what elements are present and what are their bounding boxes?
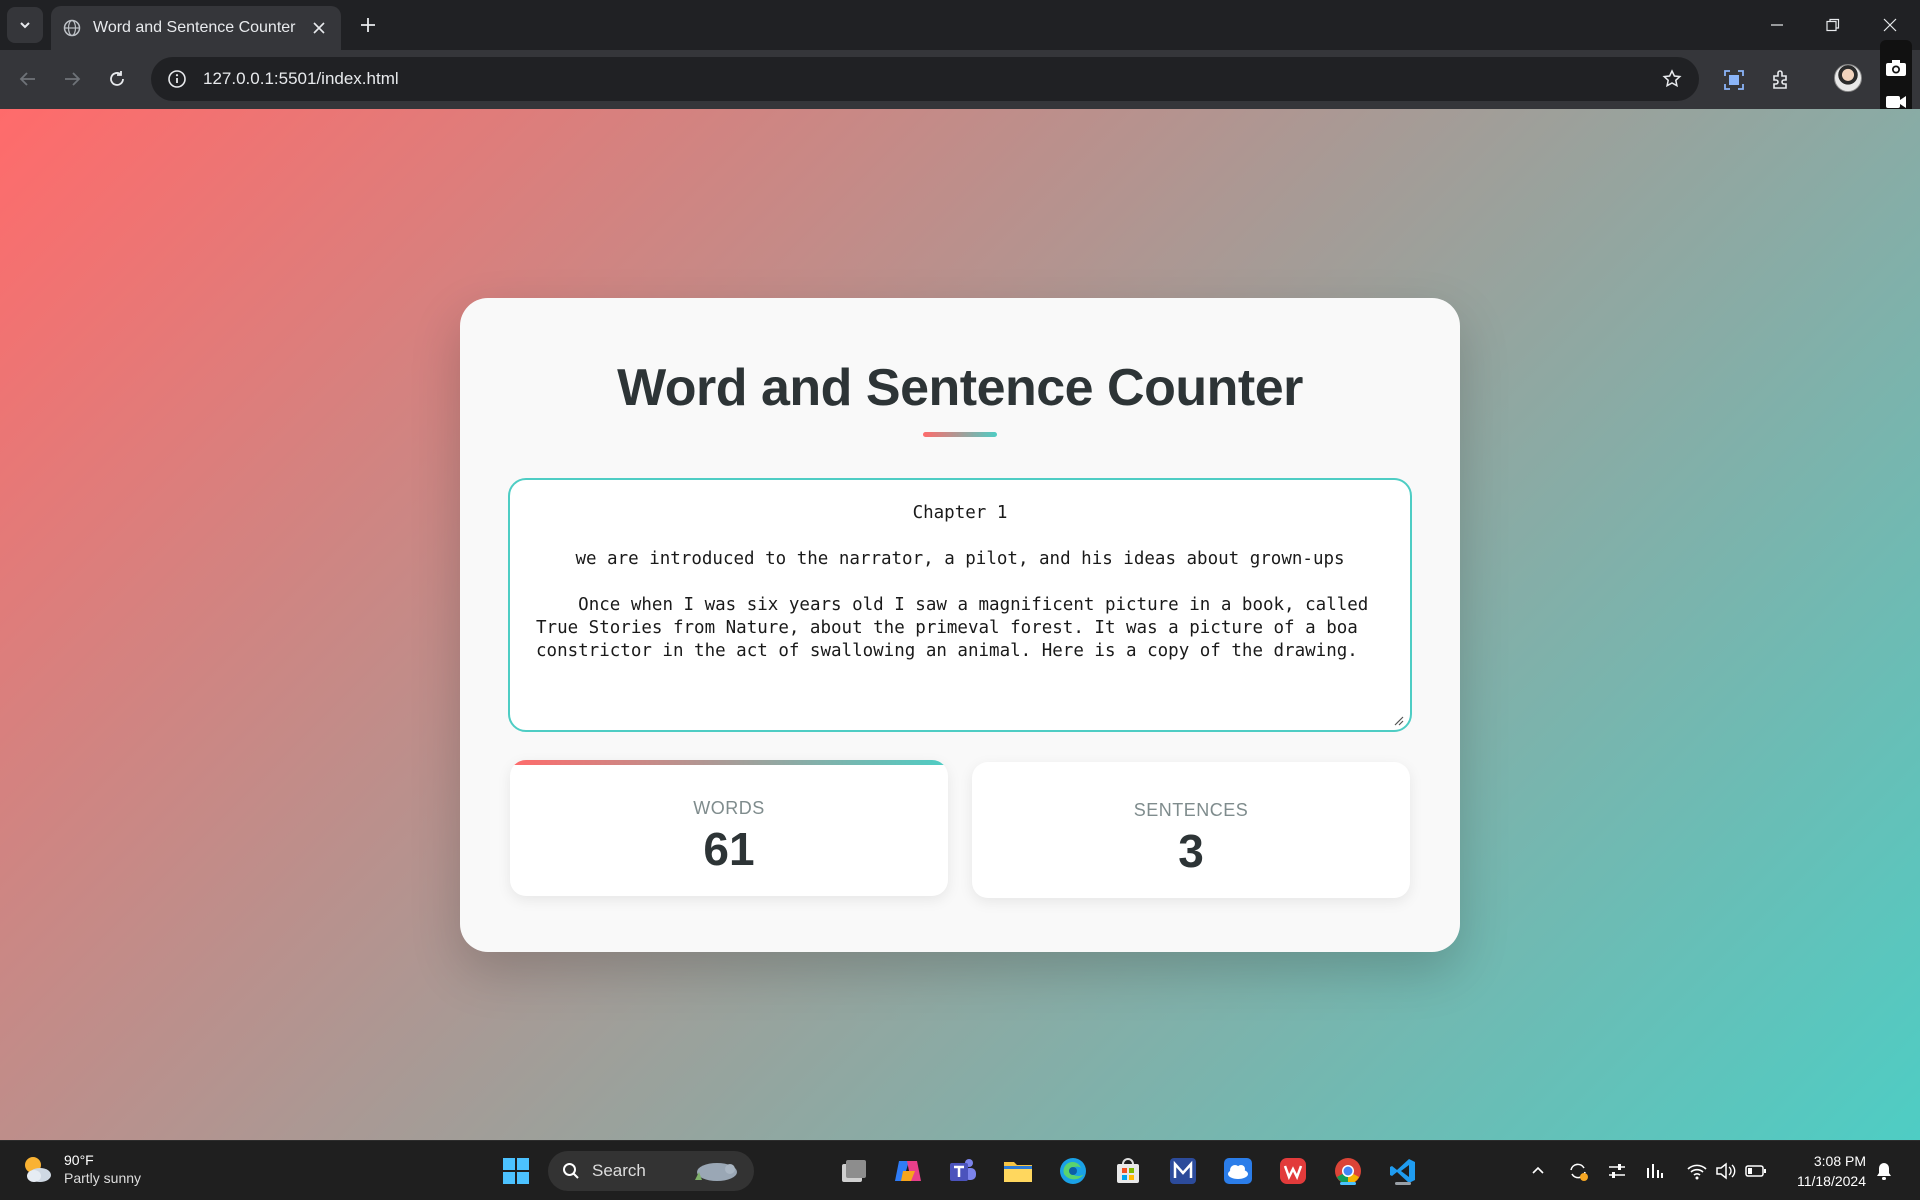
copilot-icon xyxy=(895,1161,921,1181)
copilot-app[interactable] xyxy=(890,1153,926,1189)
sentences-stat-card: SENTENCES 3 xyxy=(972,762,1410,898)
resize-grip-icon[interactable] xyxy=(1392,714,1404,726)
close-icon xyxy=(1883,18,1897,32)
teams-icon xyxy=(950,1159,976,1181)
teams-app[interactable] xyxy=(945,1153,981,1189)
restore-button[interactable] xyxy=(1816,8,1850,42)
task-view-button[interactable] xyxy=(836,1153,872,1189)
wps-office-app[interactable] xyxy=(1275,1153,1311,1189)
words-count: 61 xyxy=(703,823,755,875)
restore-icon xyxy=(1826,18,1840,32)
chrome-app[interactable] xyxy=(1330,1153,1366,1189)
browser-tab-bar: Word and Sentence Counter xyxy=(0,0,1920,50)
text-paragraph: Once when I was six years old I saw a ma… xyxy=(536,595,1379,661)
sync-icon[interactable] xyxy=(1566,1159,1590,1183)
minimize-icon xyxy=(1771,24,1783,26)
plus-icon xyxy=(361,18,375,32)
folder-icon xyxy=(1004,1162,1032,1182)
vscode-app[interactable] xyxy=(1385,1153,1421,1189)
page-viewport: Word and Sentence Counter Chapter 1 we ar… xyxy=(0,109,1920,1140)
edge-app[interactable] xyxy=(1055,1153,1091,1189)
close-window-button[interactable] xyxy=(1873,8,1907,42)
taskbar: 90°F Partly sunny Search 3:08 PM 11/18/2… xyxy=(0,1140,1920,1200)
forward-button[interactable] xyxy=(57,64,87,94)
store-bag-icon xyxy=(1117,1158,1139,1183)
text-subheading: we are introduced to the narrator, a pil… xyxy=(575,549,1345,569)
system-clock[interactable]: 3:08 PM 11/18/2024 xyxy=(1786,1151,1866,1191)
wifi-icon[interactable] xyxy=(1685,1159,1709,1183)
text-input-area[interactable]: Chapter 1 we are introduced to the narrat… xyxy=(508,478,1412,732)
edge-icon xyxy=(1060,1158,1086,1184)
reload-button[interactable] xyxy=(102,64,132,94)
battery-icon[interactable] xyxy=(1744,1159,1768,1183)
url-text: 127.0.0.1:5501/index.html xyxy=(203,69,399,88)
reload-icon xyxy=(110,71,124,86)
weather-temperature: 90°F xyxy=(64,1152,94,1168)
search-label: Search xyxy=(592,1161,646,1180)
weather-widget[interactable]: 90°F Partly sunny xyxy=(20,1151,141,1187)
taskbar-search[interactable]: Search xyxy=(548,1151,754,1191)
back-button[interactable] xyxy=(13,64,43,94)
browser-tab[interactable]: Word and Sentence Counter xyxy=(51,6,341,50)
tab-title: Word and Sentence Counter xyxy=(93,19,296,36)
windows-logo-icon xyxy=(503,1158,529,1184)
settings-sliders-icon[interactable] xyxy=(1605,1159,1629,1183)
screenshot-extension-icon[interactable] xyxy=(1720,66,1748,94)
sentences-label: SENTENCES xyxy=(1133,800,1249,820)
tab-search-button[interactable] xyxy=(7,7,43,43)
chevron-up-icon[interactable] xyxy=(1526,1159,1550,1183)
bar-chart-icon[interactable] xyxy=(1643,1159,1667,1183)
new-tab-button[interactable] xyxy=(353,10,383,40)
notification-bell-icon[interactable] xyxy=(1872,1159,1896,1183)
task-view-icon xyxy=(842,1160,866,1182)
arrow-left-icon xyxy=(19,72,35,86)
mail-app[interactable] xyxy=(1165,1153,1201,1189)
vscode-icon xyxy=(1390,1159,1415,1183)
text-heading: Chapter 1 xyxy=(912,503,1008,523)
site-info-icon[interactable] xyxy=(165,67,189,91)
search-icon xyxy=(563,1163,579,1179)
onedrive-app[interactable] xyxy=(1220,1153,1256,1189)
counter-card: Word and Sentence Counter Chapter 1 we ar… xyxy=(460,298,1460,952)
camera-icon[interactable] xyxy=(1884,56,1908,80)
cloud-icon xyxy=(1224,1158,1252,1184)
extensions-puzzle-icon[interactable] xyxy=(1767,66,1795,94)
profile-avatar[interactable] xyxy=(1834,64,1862,92)
close-tab-icon[interactable] xyxy=(309,18,329,38)
partly-sunny-icon xyxy=(25,1157,51,1182)
chevron-down-icon xyxy=(20,22,30,29)
running-app-indicator xyxy=(1395,1182,1411,1185)
globe-icon xyxy=(63,19,81,37)
start-button[interactable] xyxy=(498,1153,534,1189)
bookmark-star-icon[interactable] xyxy=(1659,66,1685,92)
address-bar[interactable]: 127.0.0.1:5501/index.html xyxy=(151,57,1699,101)
manatee-icon xyxy=(695,1163,737,1181)
page-title: Word and Sentence Counter xyxy=(617,359,1303,417)
m-letter-icon xyxy=(1170,1158,1196,1184)
clock-date: 11/18/2024 xyxy=(1796,1173,1866,1189)
wps-icon xyxy=(1280,1158,1306,1184)
stat-accent-bar xyxy=(510,760,948,765)
words-stat-card: WORDS 61 xyxy=(510,760,948,896)
clock-time: 3:08 PM xyxy=(1813,1153,1866,1169)
sentences-count: 3 xyxy=(1178,825,1204,877)
browser-toolbar: 127.0.0.1:5501/index.html xyxy=(0,50,1920,109)
arrow-right-icon xyxy=(65,72,81,86)
minimize-button[interactable] xyxy=(1760,8,1794,42)
words-label: WORDS xyxy=(693,798,765,818)
active-app-indicator xyxy=(1340,1182,1356,1185)
file-explorer-app[interactable] xyxy=(1000,1153,1036,1189)
microsoft-store-app[interactable] xyxy=(1110,1153,1146,1189)
volume-icon[interactable] xyxy=(1714,1159,1738,1183)
title-underline xyxy=(923,432,997,437)
weather-description: Partly sunny xyxy=(64,1170,142,1186)
